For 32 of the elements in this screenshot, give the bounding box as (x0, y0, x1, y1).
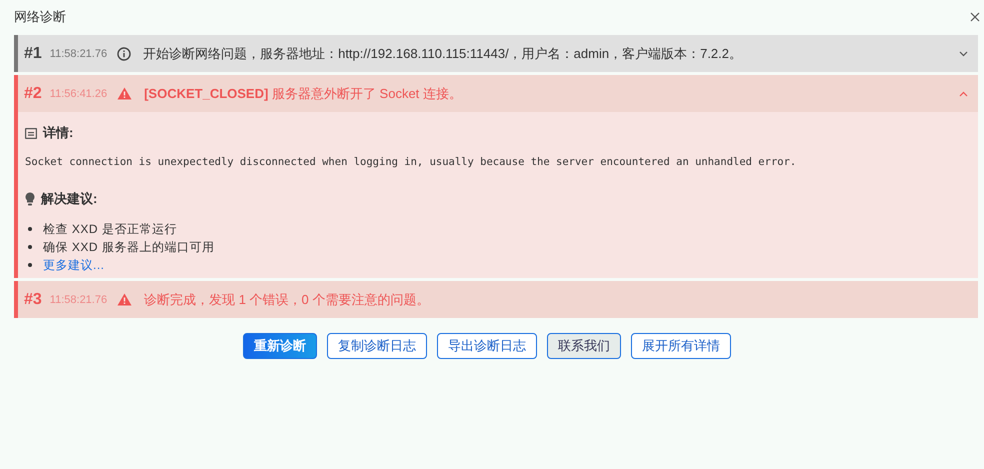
action-button[interactable]: 导出诊断日志 (437, 333, 537, 359)
entry-message: [SOCKET_CLOSED] 服务器意外断开了 Socket 连接。 (144, 84, 463, 102)
section-heading: 解决建议: (41, 190, 98, 208)
more-suggestions-link[interactable]: 更多建议... (43, 256, 105, 274)
close-icon[interactable] (970, 12, 980, 22)
bullet-icon (28, 227, 32, 231)
entry-number: #1 (24, 44, 42, 62)
entry-number: #2 (24, 84, 42, 102)
lightbulb-icon (25, 192, 35, 206)
window-title: 网络诊断 (14, 8, 66, 26)
warning-icon (117, 293, 132, 306)
section-heading: 详情: (43, 124, 74, 142)
suggestion-text: 检查 XXD 是否正常运行 (43, 220, 177, 238)
entry-message: 诊断完成，发现 1 个错误，0 个需要注意的问题。 (144, 290, 430, 308)
chevron-down-icon[interactable] (959, 50, 968, 56)
bullet-icon (28, 245, 32, 249)
info-icon (117, 46, 132, 60)
bullet-icon (28, 263, 32, 267)
detail-text: Socket connection is unexpectedly disconnected when logging in, usually because the server encountered an unhandled error. (25, 156, 798, 168)
action-button[interactable]: 重新诊断 (243, 333, 317, 359)
action-button[interactable]: 复制诊断日志 (327, 333, 427, 359)
suggestion-text: 确保 XXD 服务器上的端口可用 (43, 238, 214, 256)
entry-message: 开始诊断网络问题，服务器地址：http://192.168.110.115:11443/，用户名：admin，客户端版本：7.2.2。 (143, 44, 744, 62)
document-icon (25, 128, 37, 138)
warning-icon (117, 87, 132, 100)
action-button[interactable]: 联系我们 (547, 333, 621, 359)
entry-time: 11:58:21.76 (50, 48, 108, 60)
chevron-up-icon[interactable] (959, 90, 968, 96)
action-button[interactable]: 展开所有详情 (631, 333, 731, 359)
entry-time: 11:58:21.76 (50, 294, 108, 306)
entry-time: 11:56:41.26 (50, 88, 108, 100)
entry-number: #3 (24, 290, 42, 308)
